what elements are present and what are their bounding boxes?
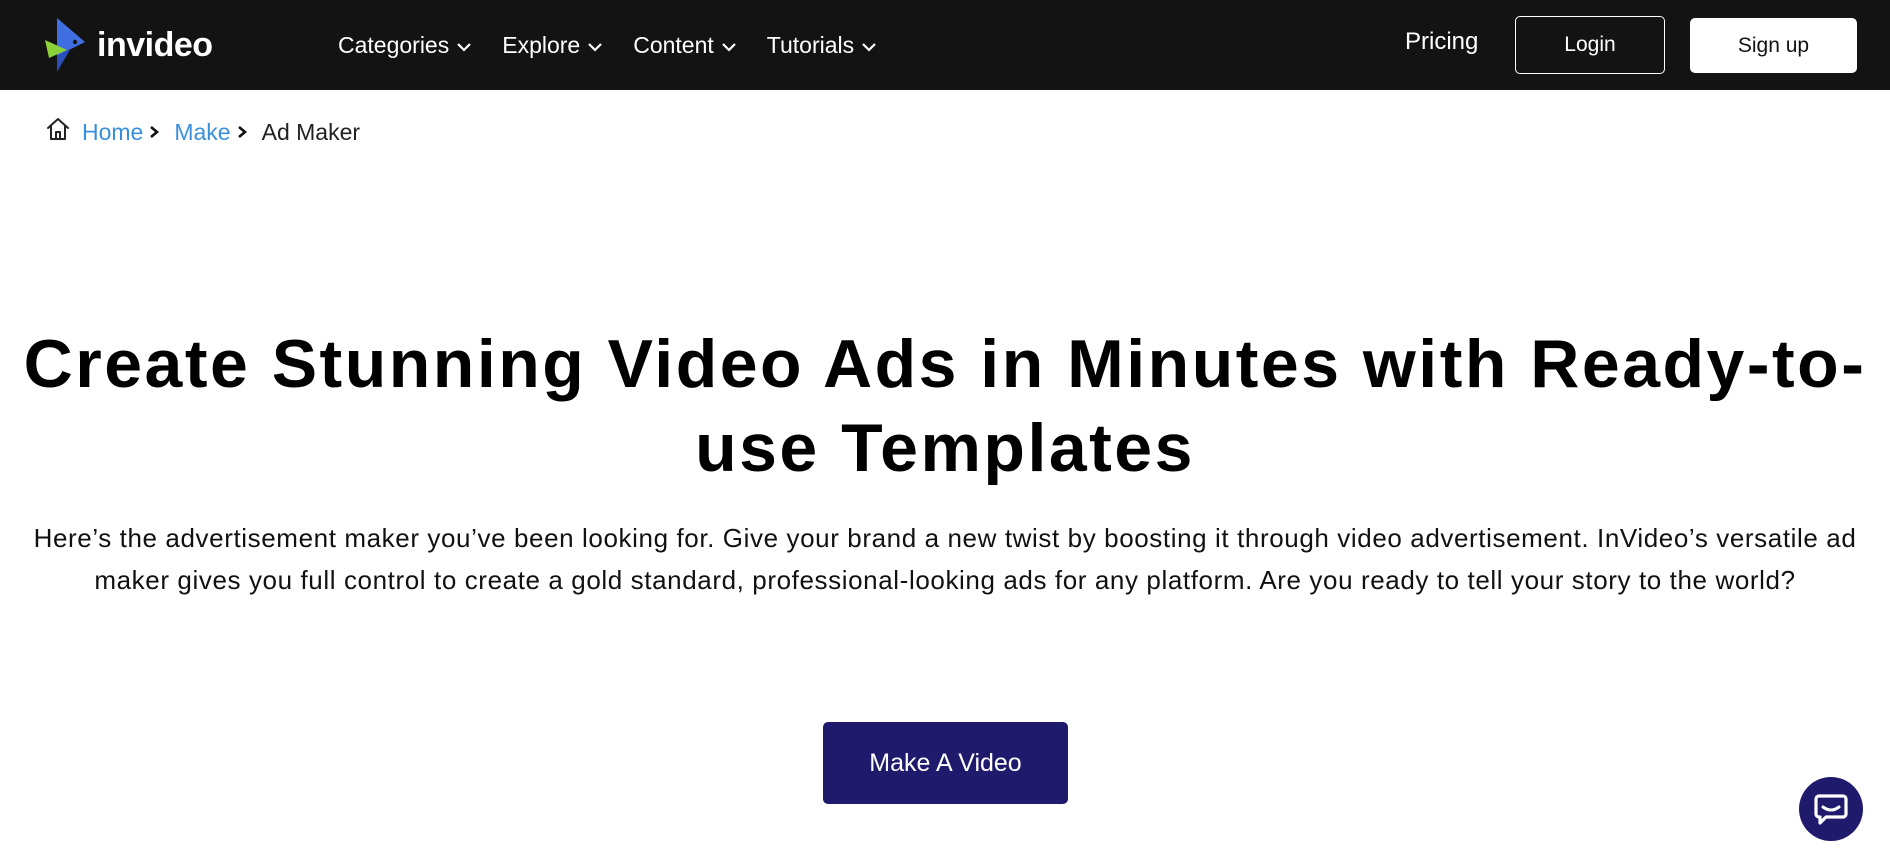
login-button[interactable]: Login (1515, 16, 1665, 74)
pricing-link[interactable]: Pricing (1405, 28, 1478, 56)
menu-item-label: Tutorials (766, 31, 855, 58)
invideo-logo-icon (45, 18, 85, 72)
chat-widget-button[interactable] (1799, 777, 1863, 841)
menu-item-explore[interactable]: Explore (502, 32, 603, 59)
chat-icon (1814, 794, 1848, 825)
logo-text: invideo (97, 25, 213, 64)
top-nav-bar: invideo Categories Explore Content Tutor… (0, 0, 1890, 90)
hero-description: Here’s the advertisement maker you’ve be… (33, 523, 1857, 595)
page-title: Create Stunning Video Ads in Minutes wit… (23, 326, 1867, 486)
breadcrumb-make[interactable]: Make (174, 119, 230, 146)
signup-button[interactable]: Sign up (1690, 18, 1857, 73)
breadcrumb-current: Ad Maker (261, 118, 361, 145)
breadcrumb-home[interactable]: Home (82, 119, 143, 146)
chevron-down-icon (588, 42, 602, 52)
home-icon[interactable] (45, 116, 71, 142)
chevron-right-icon (237, 126, 247, 138)
make-a-video-button[interactable]: Make A Video (823, 722, 1068, 804)
breadcrumb: Home Make Ad Maker (45, 114, 360, 150)
main-menu: Categories Explore Content Tutorials (338, 0, 907, 90)
chevron-down-icon (862, 42, 876, 52)
invideo-logo[interactable]: invideo (45, 18, 213, 72)
menu-item-categories[interactable]: Categories (338, 32, 472, 59)
chevron-right-icon (150, 126, 160, 138)
chevron-down-icon (457, 42, 472, 52)
chevron-down-icon (722, 42, 736, 52)
menu-item-tutorials[interactable]: Tutorials (767, 32, 877, 59)
menu-item-content[interactable]: Content (633, 32, 737, 59)
menu-item-label: Categories (338, 31, 450, 58)
menu-item-label: Explore (502, 31, 581, 58)
menu-item-label: Content (633, 31, 714, 58)
